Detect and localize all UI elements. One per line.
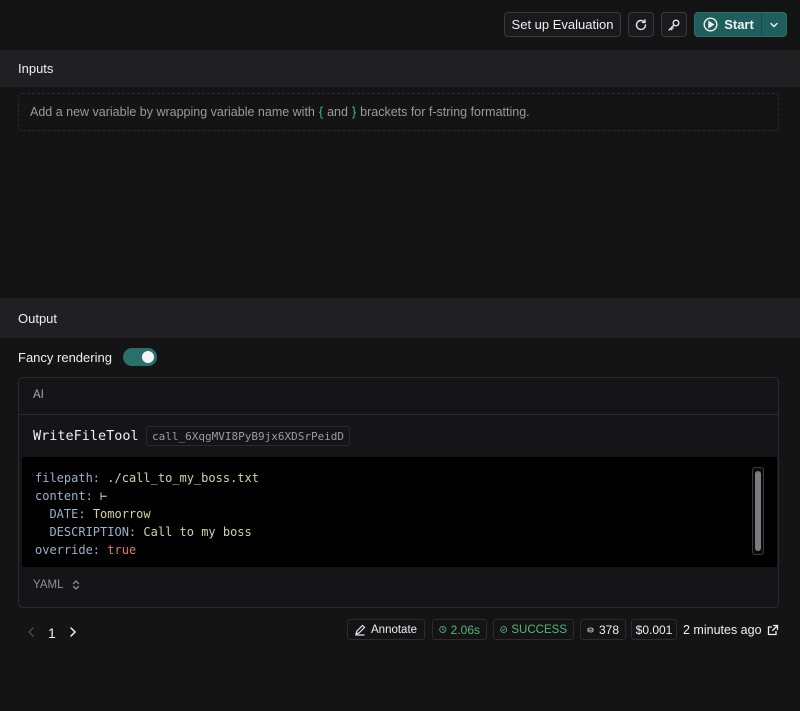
message-role: AI xyxy=(33,389,44,401)
inputs-hint-before: Add a new variable by wrapping variable … xyxy=(30,105,315,119)
format-selector[interactable]: YAML xyxy=(33,579,80,591)
pagination: 1 xyxy=(26,624,78,642)
code-line: override: true xyxy=(35,541,764,559)
page-number: 1 xyxy=(48,625,56,641)
code-key: content: xyxy=(35,489,93,503)
chevron-down-icon xyxy=(770,22,778,27)
time-ago: 2 minutes ago xyxy=(683,622,762,637)
toggle-knob xyxy=(141,351,154,363)
next-page-button[interactable] xyxy=(68,626,78,641)
tool-name: WriteFileTool xyxy=(33,428,139,444)
setup-evaluation-label: Set up Evaluation xyxy=(511,17,614,32)
cost-badge: $0.001 xyxy=(631,619,677,640)
chevron-up-down-icon xyxy=(73,580,80,590)
run-time-link[interactable]: 2 minutes ago xyxy=(683,619,779,640)
output-title: Output xyxy=(18,310,58,326)
code-value: true xyxy=(107,543,137,557)
refresh-button[interactable] xyxy=(628,12,654,37)
check-circle-icon xyxy=(500,626,508,633)
annotate-button[interactable]: Annotate xyxy=(347,619,425,640)
setup-evaluation-button[interactable]: Set up Evaluation xyxy=(504,12,621,37)
scrollbar-thumb[interactable] xyxy=(755,471,761,551)
output-section-header: Output xyxy=(0,298,800,338)
fancy-rendering-toggle[interactable] xyxy=(122,348,157,366)
inputs-hint-and: and xyxy=(327,105,348,119)
start-dropdown-toggle[interactable] xyxy=(762,13,786,36)
start-button[interactable]: Start xyxy=(694,12,787,37)
fancy-rendering-row: Fancy rendering xyxy=(18,348,157,366)
play-icon xyxy=(703,17,718,32)
close-brace: } xyxy=(351,105,357,119)
top-toolbar: Set up Evaluation Start xyxy=(0,0,800,50)
code-key: override: xyxy=(35,543,101,557)
inputs-section-header: Inputs xyxy=(0,50,800,87)
code-key: DESCRIPTION: xyxy=(49,525,137,539)
external-link-icon xyxy=(767,624,778,635)
inputs-placeholder: Add a new variable by wrapping variable … xyxy=(18,93,779,131)
token-count-badge: 378 xyxy=(580,619,626,640)
tool-args-code: filepath: ./call_to_my_boss.txt content:… xyxy=(22,457,777,567)
code-key: filepath: xyxy=(35,471,101,485)
code-key: DATE: xyxy=(49,507,86,521)
pencil-icon xyxy=(355,624,366,636)
latency-badge: 2.06s xyxy=(432,619,487,640)
refresh-icon xyxy=(634,18,648,32)
chevron-right-icon xyxy=(70,626,76,637)
code-value: ./call_to_my_boss.txt xyxy=(107,471,259,485)
code-scrollbar[interactable] xyxy=(752,467,764,555)
code-value: ⊢ xyxy=(100,489,108,503)
previous-page-button[interactable] xyxy=(26,626,36,641)
inputs-hint-after: brackets for f-string formatting. xyxy=(360,105,530,119)
code-value: Call to my boss xyxy=(143,525,252,539)
key-icon xyxy=(667,18,681,32)
open-brace: { xyxy=(318,105,324,119)
code-line: DATE: Tomorrow xyxy=(35,505,764,523)
format-label: YAML xyxy=(33,579,64,591)
tool-call-id: call_6XqgMVI8PyB9jx6XDSrPeidD xyxy=(146,426,351,446)
annotate-label: Annotate xyxy=(371,623,418,636)
coin-stack-icon xyxy=(587,627,594,632)
code-line: DESCRIPTION: Call to my boss xyxy=(35,523,764,541)
status-badge: SUCCESS xyxy=(493,619,574,640)
chevron-left-icon xyxy=(27,626,34,637)
fancy-rendering-label: Fancy rendering xyxy=(18,349,112,365)
status-value: SUCCESS xyxy=(511,623,567,636)
code-line: filepath: ./call_to_my_boss.txt xyxy=(35,469,764,487)
clock-icon xyxy=(439,625,447,634)
api-key-button[interactable] xyxy=(661,12,687,37)
inputs-title: Inputs xyxy=(18,61,54,76)
card-divider xyxy=(19,414,778,415)
start-label: Start xyxy=(724,17,754,32)
token-count: 378 xyxy=(598,622,619,637)
code-value: Tomorrow xyxy=(92,507,151,521)
code-line: content: ⊢ xyxy=(35,487,764,505)
latency-value: 2.06s xyxy=(450,622,480,637)
cost-value: $0.001 xyxy=(635,622,673,637)
ai-message-card: AI WriteFileTool call_6XqgMVI8PyB9jx6XDS… xyxy=(18,377,779,608)
